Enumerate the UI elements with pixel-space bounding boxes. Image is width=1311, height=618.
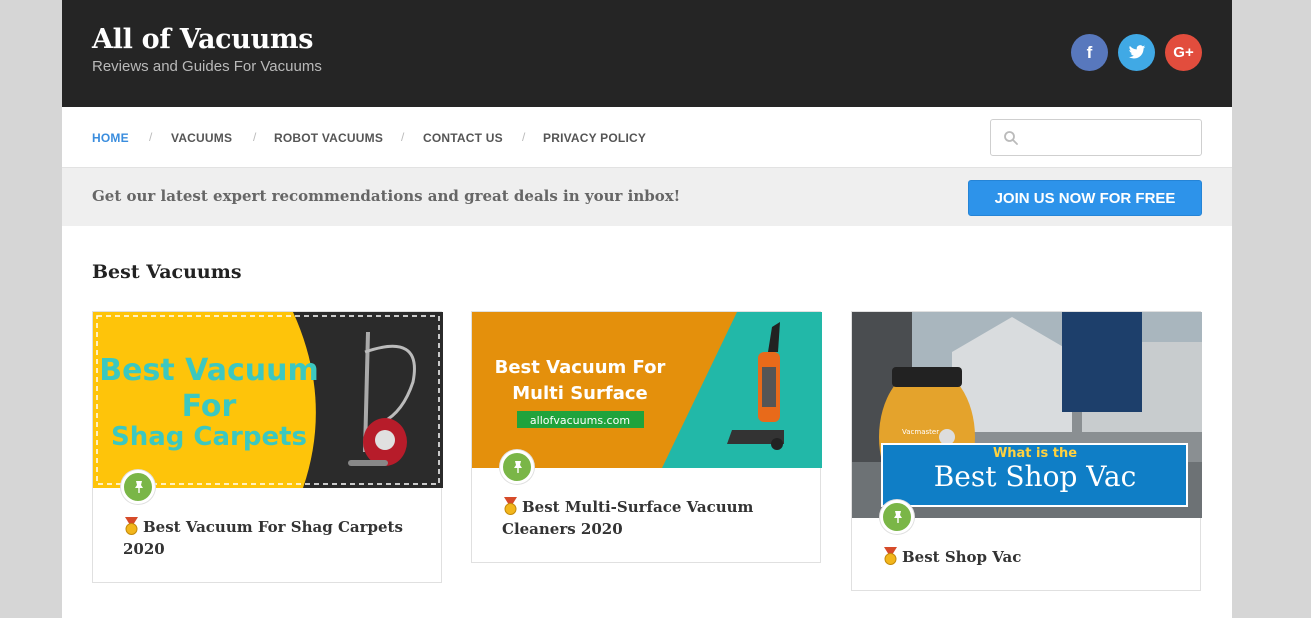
thumbnail-text: What is the	[993, 446, 1077, 461]
pin-icon	[894, 511, 902, 523]
section-title: Best Vacuums	[92, 261, 242, 283]
newsletter-text: Get our latest expert recommendations an…	[92, 187, 681, 205]
post-title[interactable]: Best Shop Vac	[882, 546, 1182, 568]
nav-separator: /	[522, 130, 526, 144]
pin-icon	[135, 481, 143, 493]
thumbnail-text: For	[182, 389, 237, 424]
pin-badge	[500, 450, 534, 484]
twitter-icon[interactable]	[1118, 34, 1155, 71]
join-button[interactable]: JOIN US NOW FOR FREE	[968, 180, 1202, 216]
thumbnail-text: allofvacuums.com	[530, 414, 630, 427]
thumbnail-text: Best Shop Vac	[934, 460, 1137, 493]
facebook-icon[interactable]: f	[1071, 34, 1108, 71]
thumbnail-text: Shag Carpets	[111, 422, 307, 452]
thumbnail-text: Multi Surface	[512, 383, 647, 404]
thumbnail-text: Best Vacuum	[99, 353, 318, 388]
nav-separator: /	[149, 130, 153, 144]
main-nav: HOME / VACUUMS / ROBOT VACUUMS / CONTACT…	[62, 107, 1232, 168]
nav-robot-vacuums[interactable]: ROBOT VACUUMS	[274, 131, 383, 145]
nav-home[interactable]: HOME	[92, 131, 129, 145]
post-thumbnail[interactable]: What is the Best Shop Vac Vacmaster	[852, 312, 1202, 518]
nav-separator: /	[253, 130, 257, 144]
site-tagline: Reviews and Guides For Vacuums	[92, 58, 322, 75]
search-input[interactable]	[990, 119, 1202, 156]
google-plus-icon[interactable]: G+	[1165, 34, 1202, 71]
post-card[interactable]: Best Vacuum For Multi Surface allofvacuu…	[471, 311, 822, 563]
site-header: All of Vacuums Reviews and Guides For Va…	[62, 0, 1232, 107]
thumbnail-text: Best Vacuum For	[495, 357, 666, 378]
post-title[interactable]: Best Multi-Surface Vacuum Cleaners 2020	[502, 496, 802, 540]
post-thumbnail[interactable]: Best Vacuum For Multi Surface allofvacuu…	[472, 312, 822, 468]
medal-icon	[504, 497, 517, 515]
page: All of Vacuums Reviews and Guides For Va…	[62, 0, 1232, 618]
search-icon	[1004, 131, 1018, 145]
site-title[interactable]: All of Vacuums	[92, 24, 313, 55]
nav-separator: /	[401, 130, 405, 144]
pin-badge	[121, 470, 155, 504]
medal-icon	[125, 517, 138, 535]
post-card[interactable]: Best Vacuum For Shag Carpets Best Vacuum…	[92, 311, 443, 583]
post-card[interactable]: What is the Best Shop Vac Vacmaster Best…	[851, 311, 1202, 591]
nav-vacuums[interactable]: VACUUMS	[171, 131, 232, 145]
nav-contact-us[interactable]: CONTACT US	[423, 131, 503, 145]
medal-icon	[884, 547, 897, 565]
post-thumbnail[interactable]: Best Vacuum For Shag Carpets	[93, 312, 443, 488]
nav-privacy-policy[interactable]: PRIVACY POLICY	[543, 131, 646, 145]
post-title[interactable]: Best Vacuum For Shag Carpets 2020	[123, 516, 423, 560]
thumbnail-text: Vacmaster	[902, 428, 939, 436]
newsletter-bar: Get our latest expert recommendations an…	[62, 168, 1232, 226]
pin-badge	[880, 500, 914, 534]
pin-icon	[514, 461, 522, 473]
